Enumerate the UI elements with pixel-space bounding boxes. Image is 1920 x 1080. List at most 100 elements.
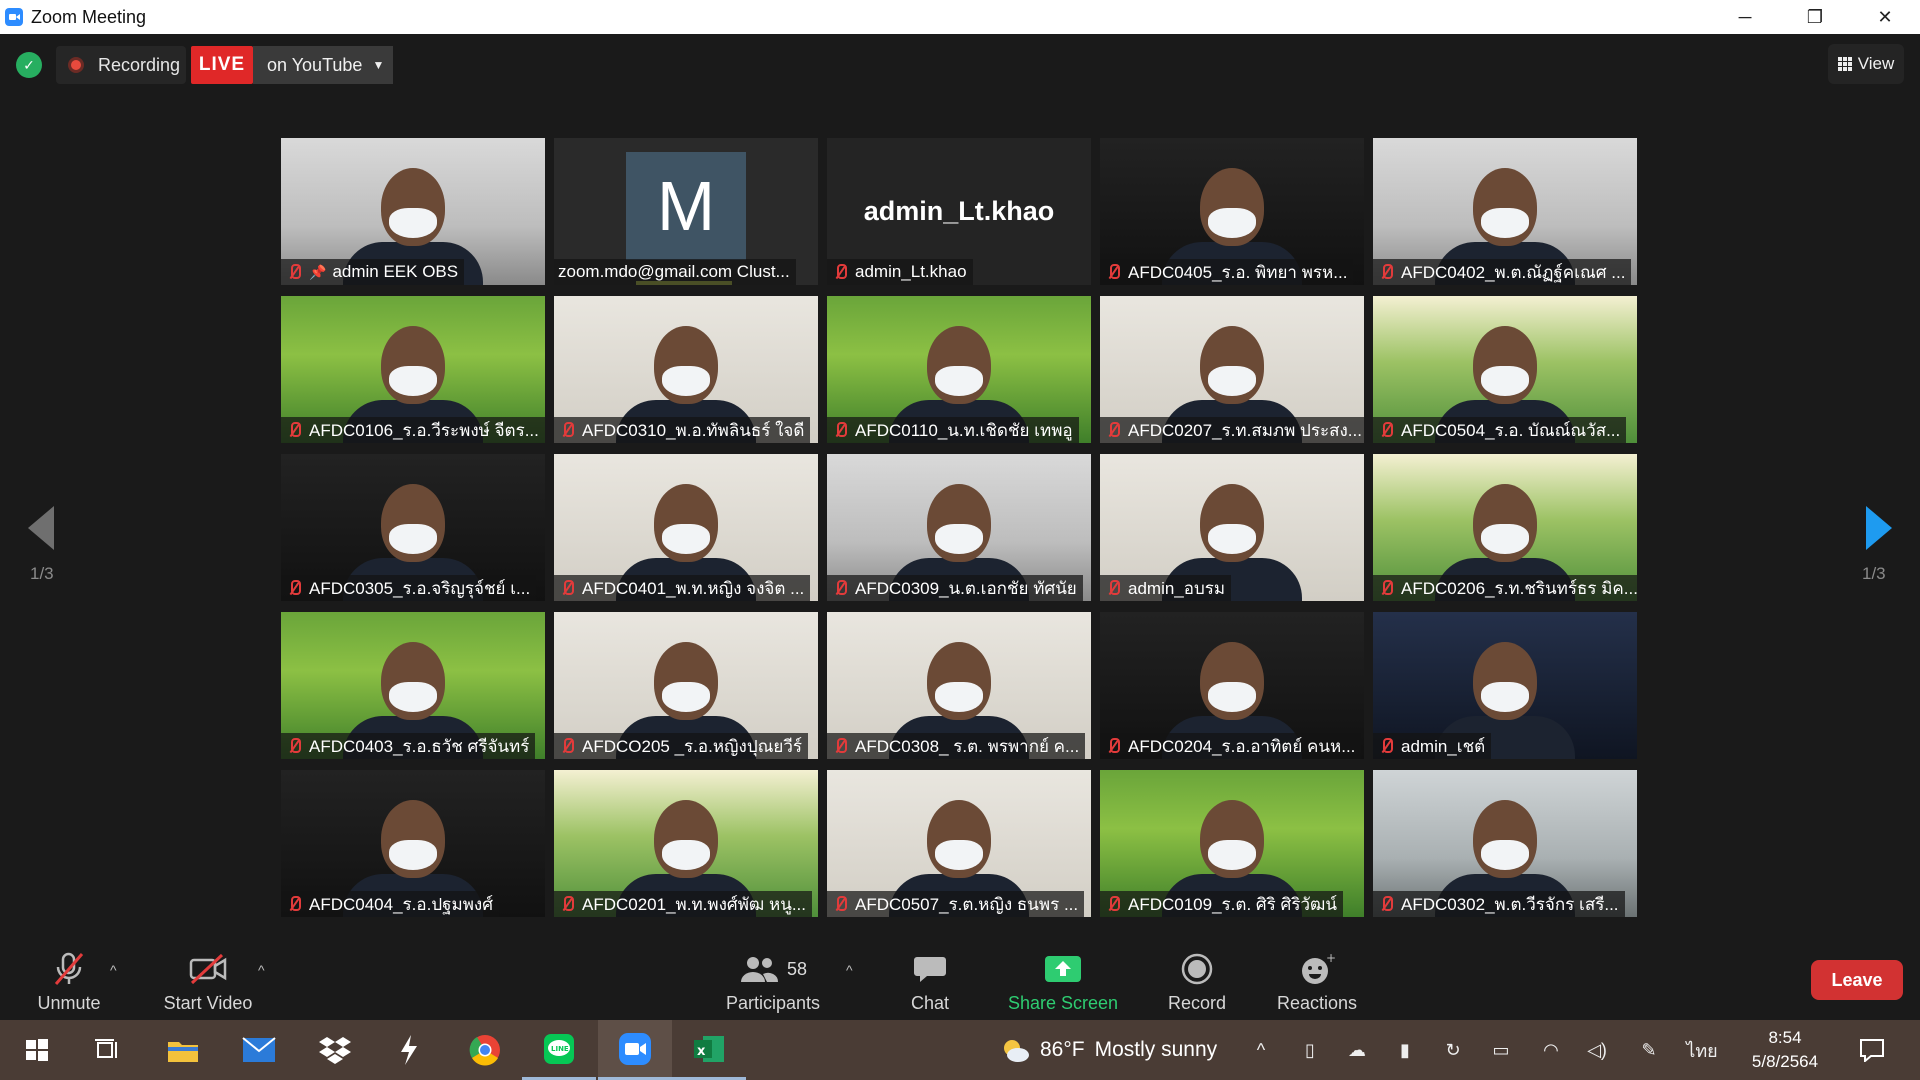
livestream-dropdown[interactable]: on YouTube ▼ xyxy=(253,46,393,84)
recording-indicator[interactable]: Recording xyxy=(56,46,186,84)
start-video-button[interactable]: Start Video xyxy=(156,942,260,1020)
participant-video-tile[interactable]: AFDCO205 _ร.อ.หญิงปุณยวีร์ xyxy=(554,612,818,759)
recording-dot-icon xyxy=(68,57,84,73)
participant-name-label: AFDC0401_พ.ท.หญิง จงจิต ... xyxy=(554,575,811,601)
participant-video-tile[interactable]: AFDC0309_น.ต.เอกชัย ทัศนัย xyxy=(827,454,1091,601)
participant-video-tile[interactable]: AFDC0310_พ.อ.ทัพลินธร์ ใจดี xyxy=(554,296,818,443)
view-button[interactable]: View xyxy=(1828,44,1904,84)
participant-video-tile[interactable]: AFDC0402_พ.ต.ณัฏฐ์คเณศ ... xyxy=(1373,138,1637,285)
windows-start-icon[interactable] xyxy=(0,1020,74,1080)
next-page-arrow-icon[interactable] xyxy=(1866,506,1892,550)
meet-now-icon[interactable]: ▯ xyxy=(1294,1020,1326,1080)
weather-widget[interactable]: 86°F Mostly sunny xyxy=(1000,1020,1217,1080)
participant-video-tile[interactable]: AFDC0507_ร.ต.หญิง ธนพร ... xyxy=(827,770,1091,917)
record-icon xyxy=(1180,949,1214,989)
close-button[interactable]: ✕ xyxy=(1850,0,1920,34)
participant-video-tile[interactable]: 📌 admin EEK OBS xyxy=(281,138,545,285)
share-screen-button[interactable]: Share Screen xyxy=(1006,942,1120,1020)
participant-video-tile[interactable]: AFDC0305_ร.อ.จริญรุจ์ชย์ เ... xyxy=(281,454,545,601)
participants-caret-icon[interactable]: ^ xyxy=(846,962,853,978)
taskbar-clock[interactable]: 8:54 5/8/2564 xyxy=(1730,1026,1840,1074)
participant-video-tile[interactable]: AFDC0302_พ.ต.วีรจักร เสรี... xyxy=(1373,770,1637,917)
video-options-caret-icon[interactable]: ^ xyxy=(258,962,265,978)
minimize-button[interactable]: ─ xyxy=(1710,0,1780,34)
windows-taskbar: LINE x 86°F Mostly sunny ^ ▯ ☁ ▮ ↻ ▭ ◠ ◁… xyxy=(0,1020,1920,1080)
dropbox-icon[interactable] xyxy=(298,1020,372,1080)
leave-button[interactable]: Leave xyxy=(1811,960,1903,1000)
participant-name-label: AFDC0504_ร.อ. บัณณ์ณวัส... xyxy=(1373,417,1627,443)
face-mask xyxy=(662,840,710,870)
muted-mic-icon xyxy=(1104,421,1122,439)
participant-video-tile[interactable]: AFDC0403_ร.อ.ธวัช ศรีจันทร์ xyxy=(281,612,545,759)
participant-name-label: AFDC0305_ร.อ.จริญรุจ์ชย์ เ... xyxy=(281,575,537,601)
pen-icon[interactable]: ✎ xyxy=(1632,1020,1666,1080)
muted-mic-icon xyxy=(1377,737,1395,755)
participant-video-tile[interactable]: AFDC0206_ร.ท.ชรินทร์ธร มิค... xyxy=(1373,454,1637,601)
participant-video-tile[interactable]: AFDC0110_น.ท.เชิดชัย เทพอู xyxy=(827,296,1091,443)
video-off-icon xyxy=(188,949,228,989)
participant-name: AFDC0504_ร.อ. บัณณ์ณวัส... xyxy=(1401,420,1621,440)
participant-video-tile[interactable]: admin_เชต์ xyxy=(1373,612,1637,759)
participant-video-tile[interactable]: AFDC0308_ ร.ต. พรพากย์ ค... xyxy=(827,612,1091,759)
face-mask xyxy=(935,524,983,554)
face-mask xyxy=(1481,366,1529,396)
face-mask xyxy=(389,524,437,554)
task-view-icon[interactable] xyxy=(70,1020,144,1080)
muted-mic-icon xyxy=(1377,263,1395,281)
participant-video-tile[interactable]: AFDC0109_ร.ต. ศิริ ศิริวัฒน์ xyxy=(1100,770,1364,917)
wifi-icon[interactable]: ◠ xyxy=(1534,1020,1568,1080)
participant-video-tile[interactable]: AFDC0405_ร.อ. พิทยา พรห... xyxy=(1100,138,1364,285)
left-page-indicator: 1/3 xyxy=(30,564,54,583)
microphone-tray-icon[interactable]: ▮ xyxy=(1390,1020,1420,1080)
notifications-icon[interactable] xyxy=(1852,1020,1892,1080)
svg-text:+: + xyxy=(1326,952,1335,965)
input-language[interactable]: ไทย xyxy=(1682,1020,1722,1080)
participant-video-tile[interactable]: AFDC0401_พ.ท.หญิง จงจิต ... xyxy=(554,454,818,601)
participant-video-tile[interactable]: AFDC0106_ร.อ.วีระพงษ์ จีตร... xyxy=(281,296,545,443)
lightning-app-icon[interactable] xyxy=(372,1020,446,1080)
line-app-icon[interactable]: LINE xyxy=(522,1020,596,1080)
mail-icon[interactable] xyxy=(222,1020,296,1080)
face-mask xyxy=(662,366,710,396)
unmute-label: Unmute xyxy=(37,993,101,1013)
participant-video-tile[interactable]: AFDC0207_ร.ท.สมภพ ประสง... xyxy=(1100,296,1364,443)
participant-name: AFDC0207_ร.ท.สมภพ ประสง... xyxy=(1128,420,1362,440)
participant-video-tile[interactable]: admin_อบรม xyxy=(1100,454,1364,601)
volume-icon[interactable]: ◁) xyxy=(1580,1020,1614,1080)
svg-text:x: x xyxy=(697,1044,706,1059)
audio-options-caret-icon[interactable]: ^ xyxy=(110,962,117,978)
battery-icon[interactable]: ▭ xyxy=(1484,1020,1518,1080)
chat-button[interactable]: Chat xyxy=(900,942,960,1020)
restore-button[interactable]: ❐ xyxy=(1780,0,1850,34)
file-explorer-icon[interactable] xyxy=(146,1020,220,1080)
weather-condition: Mostly sunny xyxy=(1094,1038,1218,1061)
stream-target-label: on YouTube xyxy=(267,54,363,75)
show-hidden-icons-chevron-icon[interactable]: ^ xyxy=(1246,1020,1276,1080)
reactions-label: Reactions xyxy=(1276,993,1358,1013)
unmute-button[interactable]: Unmute xyxy=(26,942,112,1020)
participants-button[interactable]: 58 Participants xyxy=(718,942,828,1020)
participant-video-tile[interactable]: AFDC0201_พ.ท.พงศ์พัฒ หนู... xyxy=(554,770,818,917)
security-shield-icon[interactable]: ✓ xyxy=(16,52,42,78)
participant-name-label: AFDC0206_ร.ท.ชรินทร์ธร มิค... xyxy=(1373,575,1637,601)
participant-video-tile[interactable]: Mzoom.mdo@gmail.com Clust... xyxy=(554,138,818,285)
reactions-button[interactable]: + Reactions xyxy=(1274,942,1360,1020)
window-titlebar: Zoom Meeting ─ ❐ ✕ xyxy=(0,0,1920,34)
update-tray-icon[interactable]: ↻ xyxy=(1436,1020,1470,1080)
excel-icon[interactable]: x xyxy=(672,1020,746,1080)
participant-name-label: AFDC0310_พ.อ.ทัพลินธร์ ใจดี xyxy=(554,417,811,443)
participant-name-label: AFDC0204_ร.อ.อาทิตย์ คนห... xyxy=(1100,733,1362,759)
onedrive-icon[interactable]: ☁ xyxy=(1340,1020,1374,1080)
participant-video-tile[interactable]: AFDC0404_ร.อ.ปฐมพงศ์ xyxy=(281,770,545,917)
chrome-icon[interactable] xyxy=(448,1020,522,1080)
participant-video-tile[interactable]: AFDC0204_ร.อ.อาทิตย์ คนห... xyxy=(1100,612,1364,759)
participant-video-tile[interactable]: AFDC0504_ร.อ. บัณณ์ณวัส... xyxy=(1373,296,1637,443)
participant-name: AFDC0204_ร.อ.อาทิตย์ คนห... xyxy=(1128,736,1356,756)
previous-page-arrow-icon[interactable] xyxy=(28,506,54,550)
participant-video-tile[interactable]: admin_Lt.khao admin_Lt.khao xyxy=(827,138,1091,285)
participant-name-label: AFDC0403_ร.อ.ธวัช ศรีจันทร์ xyxy=(281,733,536,759)
zoom-taskbar-icon[interactable] xyxy=(598,1020,672,1080)
participant-name-label: admin_อบรม xyxy=(1100,575,1232,601)
record-button[interactable]: Record xyxy=(1164,942,1230,1020)
muted-mic-icon xyxy=(285,737,303,755)
